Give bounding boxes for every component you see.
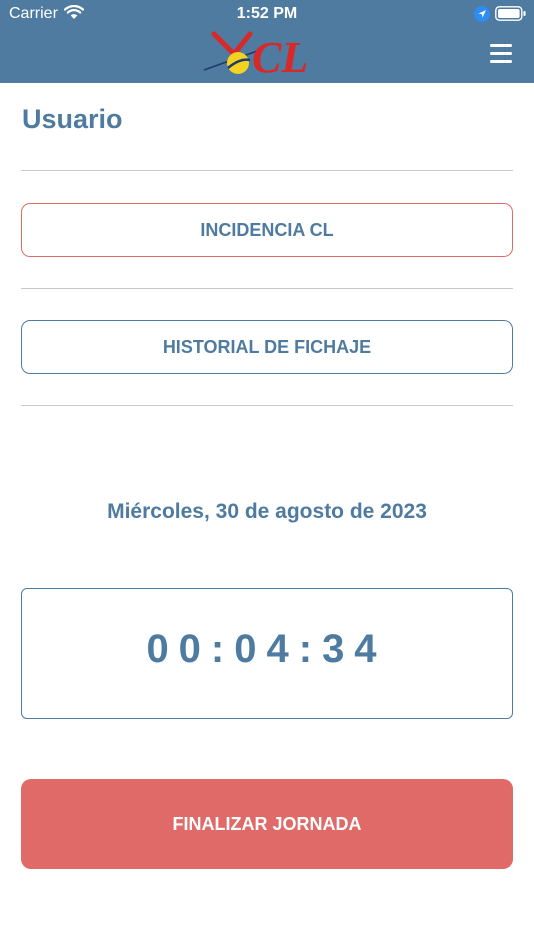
timer-panel: 00:04:34 [21,588,513,719]
incidencia-button[interactable]: INCIDENCIA CL [21,203,513,257]
status-time: 1:52 PM [236,5,298,22]
current-date: Miércoles, 30 de agosto de 2023 [107,500,427,523]
app-screen: Carrier 1:52 PM CL Usuario INCIDENCIA CL… [0,0,534,950]
divider [21,170,513,171]
location-arrow-icon [474,6,490,22]
divider [21,405,513,406]
finalizar-jornada-button[interactable]: FINALIZAR JORNADA [21,779,513,869]
hamburger-menu-icon[interactable] [490,44,512,64]
status-bar: Carrier 1:52 PM [0,0,534,28]
historial-fichaje-button[interactable]: HISTORIAL DE FICHAJE [21,320,513,374]
elapsed-timer: 00:04:34 [146,627,387,671]
app-header: Carrier 1:52 PM CL [0,0,534,83]
page-title: Usuario [22,104,123,134]
divider [21,288,513,289]
company-logo: CL [203,31,308,76]
battery-icon [495,6,526,21]
logo-wordmark: CL [252,33,308,76]
